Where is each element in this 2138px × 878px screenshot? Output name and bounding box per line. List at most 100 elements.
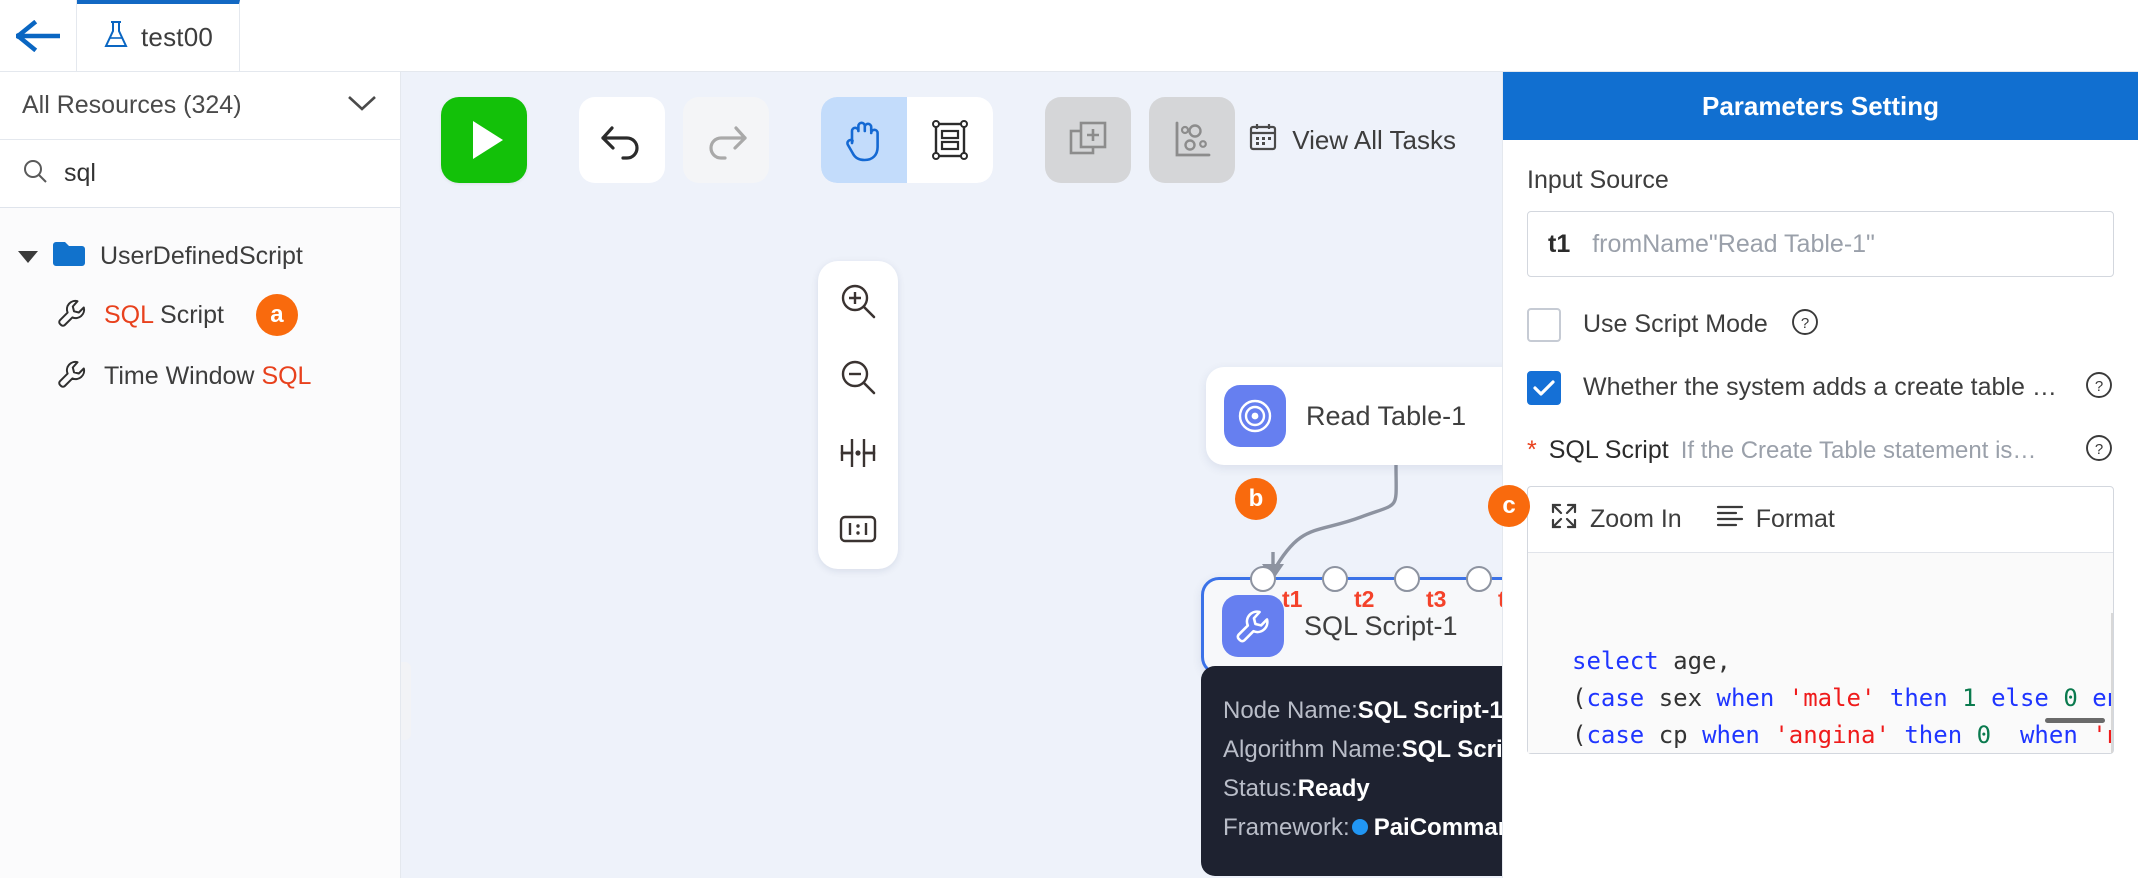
sql-script-field-title: SQL Script [1548, 436, 1669, 464]
workflow-canvas[interactable]: View All Tasks Read Table-1 SQL Script-1… [401, 72, 1502, 878]
input-source-key: t1 [1548, 229, 1571, 258]
resource-tree: UserDefinedScript SQL Script a Time Wind… [0, 208, 400, 878]
code-vertical-scrollbar[interactable] [2111, 613, 2113, 753]
tab-test00[interactable]: test00 [77, 0, 241, 71]
actual-size-button[interactable] [828, 503, 888, 555]
tooltip-node-name-label: Node Name: [1223, 697, 1358, 724]
wrench-icon [56, 297, 88, 334]
node-port-label-t1: t1 [1282, 586, 1303, 612]
undo-arrow-icon [601, 126, 639, 160]
sql-editor-toolbar: Zoom In Format [1528, 487, 2113, 553]
expand-icon [1550, 502, 1578, 537]
target-circle-icon [1224, 385, 1286, 447]
chevron-down-icon [346, 93, 378, 118]
code-line: (case cp when 'angina' then 0 when 'n [1572, 721, 2113, 749]
auto-layout-button[interactable] [1149, 97, 1235, 183]
create-table-checkbox[interactable] [1527, 370, 1561, 405]
annotation-badge-b: b [1235, 478, 1277, 520]
input-source-field[interactable]: t1 fromName"Read Table-1" [1527, 211, 2114, 277]
editor-format-button[interactable]: Format [1716, 503, 1835, 536]
tooltip-node-name-value: SQL Script-1 [1357, 697, 1502, 724]
parameters-panel-title: Parameters Setting [1503, 72, 2138, 140]
zoom-in-button[interactable] [828, 275, 888, 327]
pan-tool-button[interactable] [821, 97, 907, 183]
app-root: test00 All Resources (324) ✕ [0, 0, 2138, 878]
checkbox-row-create-table: Whether the system adds a create table s… [1527, 370, 2114, 405]
undo-button[interactable] [579, 97, 665, 183]
node-port-t2[interactable] [1322, 566, 1348, 592]
zoom-out-button[interactable] [828, 351, 888, 403]
node-read-table[interactable]: Read Table-1 [1206, 367, 1502, 465]
parameters-panel-body: Input Source t1 fromName"Read Table-1" U… [1503, 140, 2138, 878]
select-tool-button[interactable] [907, 97, 993, 183]
code-line: (case sex when 'male' then 1 else 0 en [1572, 684, 2113, 712]
fit-view-button[interactable] [828, 427, 888, 479]
question-circle-icon[interactable]: ? [2084, 433, 2114, 468]
search-row: ✕ [0, 140, 428, 208]
tool-mode-group [821, 97, 993, 183]
node-actions-group [1045, 97, 1235, 183]
node-port-label-t4: t4 [1498, 586, 1502, 612]
tree-item-label-match: SQL [261, 362, 312, 390]
wrench-icon [1222, 595, 1284, 657]
canvas-collapse-handle[interactable] [401, 662, 411, 740]
node-port-t3[interactable] [1394, 566, 1420, 592]
tooltip-algorithm-label: Algorithm Name: [1223, 735, 1402, 763]
add-node-button[interactable] [1045, 97, 1131, 183]
tree-item-sql-script[interactable]: SQL Script a [0, 283, 400, 347]
tree-item-time-window-sql[interactable]: Time Window SQL [0, 347, 400, 406]
tree-folder-userdefinedscript[interactable]: UserDefinedScript [0, 230, 400, 283]
editor-format-label: Format [1755, 505, 1835, 533]
tree-item-label: SQL Script [104, 301, 224, 330]
node-port-label-t2: t2 [1354, 586, 1375, 612]
question-circle-icon[interactable]: ? [1790, 307, 1820, 342]
editor-zoom-in-label: Zoom In [1590, 505, 1682, 533]
use-script-mode-checkbox[interactable] [1527, 307, 1561, 342]
resource-filter-label: All Resources (324) [22, 91, 242, 119]
required-marker: * [1527, 436, 1537, 464]
sql-code-lines: select age, (case sex when 'male' then 1 … [1528, 643, 2113, 753]
svg-text:?: ? [2095, 441, 2103, 458]
annotation-badge-a: a [255, 294, 298, 336]
resource-filter-select[interactable]: All Resources (324) [0, 72, 400, 140]
arrow-left-icon [16, 19, 60, 52]
tree-item-label-rest: Time Window [104, 362, 262, 390]
tab-label: test00 [141, 22, 214, 52]
search-input[interactable] [64, 159, 386, 188]
view-all-tasks-button[interactable]: View All Tasks [1248, 122, 1456, 159]
back-button[interactable] [0, 0, 77, 71]
node-port-t1[interactable] [1250, 566, 1276, 592]
edge-read-to-sql [1271, 464, 1398, 573]
question-circle-icon[interactable]: ? [2084, 370, 2114, 405]
run-button[interactable] [441, 97, 527, 183]
node-port-t4[interactable] [1466, 566, 1492, 592]
sql-code-area[interactable]: select age, (case sex when 'male' then 1 … [1528, 553, 2113, 753]
play-icon [473, 121, 503, 159]
main-body: All Resources (324) ✕ [0, 72, 2138, 878]
sql-editor[interactable]: Zoom In Format select age, (case sex whe… [1527, 486, 2114, 754]
redo-button[interactable] [683, 97, 769, 183]
redo-arrow-icon [709, 126, 747, 160]
node-sql-script[interactable]: SQL Script-1 t1 t2 t3 t4 [1201, 566, 1502, 692]
input-source-value: fromName"Read Table-1" [1592, 229, 1875, 258]
add-square-icon [1069, 121, 1107, 155]
svg-text:?: ? [2095, 378, 2103, 395]
magnifier-plus-icon [841, 284, 876, 319]
checkbox-row-use-script-mode: Use Script Mode ? [1527, 307, 2114, 342]
wrench-icon [56, 358, 88, 395]
folder-icon [52, 240, 86, 273]
node-label: SQL Script-1 [1304, 610, 1458, 641]
editor-zoom-in-button[interactable]: Zoom In [1550, 502, 1682, 537]
tree-item-label-rest: Script [153, 300, 224, 329]
code-line: select age, [1572, 647, 1731, 675]
code-horizontal-scrollbar[interactable] [2045, 718, 2105, 723]
canvas-toolbar: View All Tasks [421, 92, 1502, 188]
tooltip-framework: Framework: PaiCommand [1223, 809, 1502, 848]
create-table-label: Whether the system adds a create table s… [1583, 373, 2062, 401]
caret-down-icon[interactable] [18, 250, 38, 263]
tooltip-status-value: Ready [1297, 774, 1370, 802]
tree-folder-label: UserDefinedScript [100, 242, 303, 270]
parameters-panel: Parameters Setting Input Source t1 fromN… [1488, 72, 2138, 878]
view-all-tasks-label: View All Tasks [1292, 124, 1456, 155]
node-port-label-t3: t3 [1426, 586, 1447, 612]
